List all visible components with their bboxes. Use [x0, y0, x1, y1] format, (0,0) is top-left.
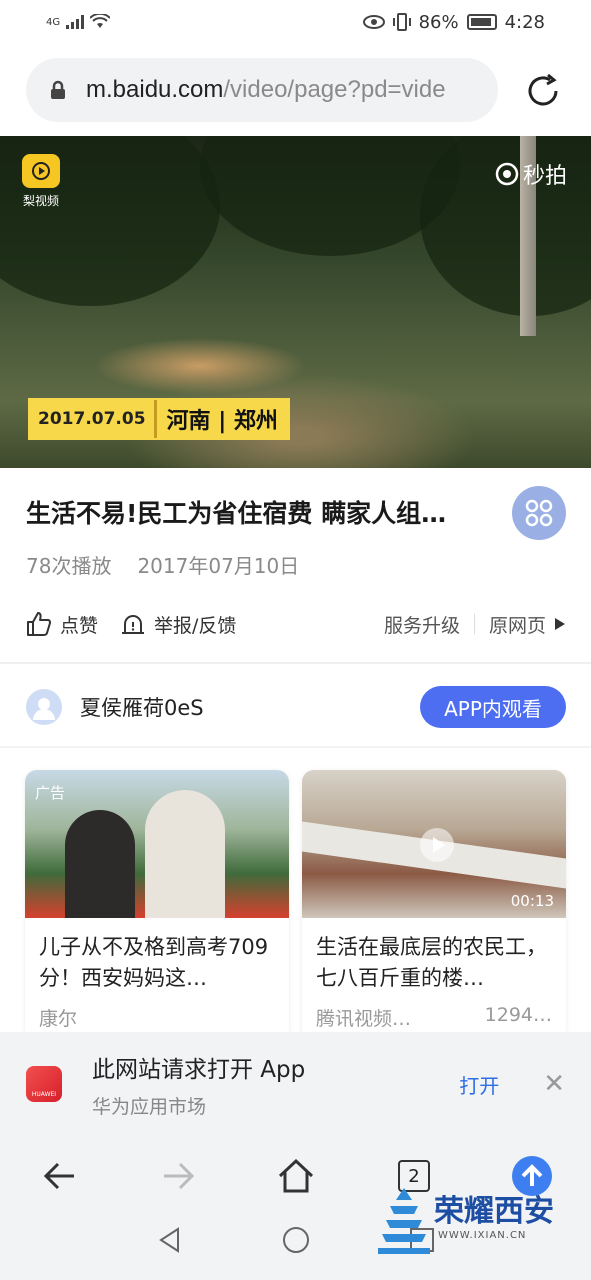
forward-arrow-icon[interactable]	[158, 1156, 198, 1196]
report-button[interactable]: 举报/反馈	[120, 611, 236, 638]
grid-menu-button[interactable]	[512, 486, 566, 540]
reload-icon[interactable]	[522, 70, 564, 112]
card-thumbnail: 00:13	[302, 770, 566, 918]
grid-icon	[525, 499, 553, 527]
video-tag: 2017.07.05 河南 | 郑州	[28, 398, 290, 440]
miaopai-watermark: 秒拍	[495, 158, 567, 190]
publish-date: 2017年07月10日	[137, 554, 300, 578]
like-button[interactable]: 点赞	[26, 611, 98, 638]
huawei-logo-text: HUAWEI	[31, 1091, 57, 1098]
open-app-prompt: HUAWEI 此网站请求打开 App 华为应用市场 打开 ✕	[0, 1032, 591, 1136]
url-host: m.baidu.com	[86, 76, 224, 103]
video-place-tag: 河南 | 郑州	[153, 400, 288, 438]
clock: 4:28	[504, 11, 545, 33]
huawei-appgallery-icon: HUAWEI	[26, 1066, 62, 1102]
battery-percent: 86%	[418, 11, 459, 33]
divider	[0, 746, 591, 748]
video-scene	[200, 136, 460, 256]
card-title: 生活在最底层的农民工，七八百斤重的楼…	[316, 935, 547, 990]
author-row: 夏侯雁荷0eS APP内观看	[26, 686, 566, 728]
original-page-label: 原网页	[488, 614, 546, 637]
triangle-right-icon	[555, 618, 565, 630]
card-count: 1294…	[484, 1004, 552, 1026]
video-title: 生活不易!民工为省住宿费 瞒家人组…	[26, 499, 447, 528]
network-label: 4G	[46, 16, 61, 28]
watermark-en: WWW.IXIAN.CN	[438, 1230, 527, 1241]
home-icon[interactable]	[276, 1156, 316, 1196]
card-source-row: 腾讯视频… 1294…	[302, 1000, 566, 1035]
wifi-icon	[90, 14, 111, 28]
back-arrow-icon[interactable]	[40, 1156, 80, 1196]
recommend-card-1[interactable]: 广告 儿子从不及格到高考709分！西安妈妈这… 康尔	[25, 770, 289, 1040]
address-bar[interactable]: m.baidu.com/video/page?pd=vide	[26, 58, 498, 122]
divider	[0, 662, 591, 664]
pagoda-logo-icon	[378, 1188, 430, 1254]
play-logo-icon	[22, 154, 60, 188]
system-home-icon[interactable]	[282, 1226, 310, 1254]
watermark-cn: 荣耀西安	[434, 1194, 554, 1229]
card-source-row: 康尔	[25, 1000, 289, 1035]
card-source: 腾讯视频…	[316, 1008, 412, 1030]
signal-icon	[66, 15, 85, 29]
play-icon	[420, 828, 454, 862]
url-text: m.baidu.com/video/page?pd=vide	[86, 76, 446, 104]
status-bar: 4G 86% 4:28	[0, 0, 591, 44]
report-label: 举报/反馈	[154, 614, 237, 637]
miaopai-text: 秒拍	[522, 164, 567, 189]
prompt-title: 此网站请求打开 App	[92, 1056, 306, 1083]
original-page-link[interactable]: 原网页	[489, 611, 566, 638]
eye-icon	[362, 15, 385, 29]
open-app-button[interactable]: 打开	[459, 1070, 499, 1099]
play-count: 78次播放	[26, 554, 112, 578]
recommend-card-2[interactable]: 00:13 生活在最底层的农民工，七八百斤重的楼… 腾讯视频… 1294…	[302, 770, 566, 1040]
card-source: 康尔	[39, 1008, 78, 1030]
browser-nav: 2 荣耀西安 WWW.IXIAN.CN	[0, 1136, 591, 1280]
user-icon	[33, 698, 55, 720]
card-title: 儿子从不及格到高考709分！西安妈妈这…	[39, 935, 269, 990]
separator	[473, 614, 475, 634]
video-duration: 00:13	[510, 892, 554, 910]
card-figure	[65, 810, 135, 918]
open-in-app-button[interactable]: APP内观看	[420, 686, 566, 728]
alert-bell-icon	[122, 615, 145, 634]
card-figure	[145, 790, 225, 918]
system-back-icon[interactable]	[156, 1226, 184, 1254]
prompt-text: 此网站请求打开 App 华为应用市场	[92, 1050, 459, 1119]
url-path: /video/page?pd=vide	[223, 76, 446, 103]
avatar[interactable]	[26, 689, 62, 725]
like-label: 点赞	[60, 614, 99, 637]
action-row: 点赞 举报/反馈 服务升级 原网页	[26, 606, 566, 642]
battery-icon	[466, 14, 497, 30]
video-meta: 78次播放 2017年07月10日	[26, 550, 299, 579]
video-player[interactable]: 梨视频 秒拍 2017.07.05 河南 | 郑州	[0, 136, 591, 468]
signal-group: 4G	[46, 14, 111, 30]
card-thumbnail: 广告	[25, 770, 289, 918]
pear-video-logo: 梨视频	[22, 154, 60, 209]
prompt-subtitle: 华为应用市场	[92, 1095, 207, 1118]
video-date-tag: 2017.07.05	[30, 400, 154, 438]
close-icon[interactable]: ✕	[543, 1069, 565, 1099]
service-upgrade-link[interactable]: 服务升级	[384, 611, 460, 638]
author-name[interactable]: 夏侯雁荷0eS	[80, 692, 420, 722]
lock-icon	[51, 80, 65, 99]
status-right: 86% 4:28	[362, 11, 545, 33]
vibrate-icon	[392, 13, 411, 31]
site-watermark: 荣耀西安 WWW.IXIAN.CN	[376, 1186, 576, 1276]
thumbs-up-icon	[27, 612, 51, 636]
ad-label: 广告	[35, 784, 66, 802]
camera-icon	[495, 162, 519, 186]
pear-video-text: 梨视频	[22, 194, 59, 208]
